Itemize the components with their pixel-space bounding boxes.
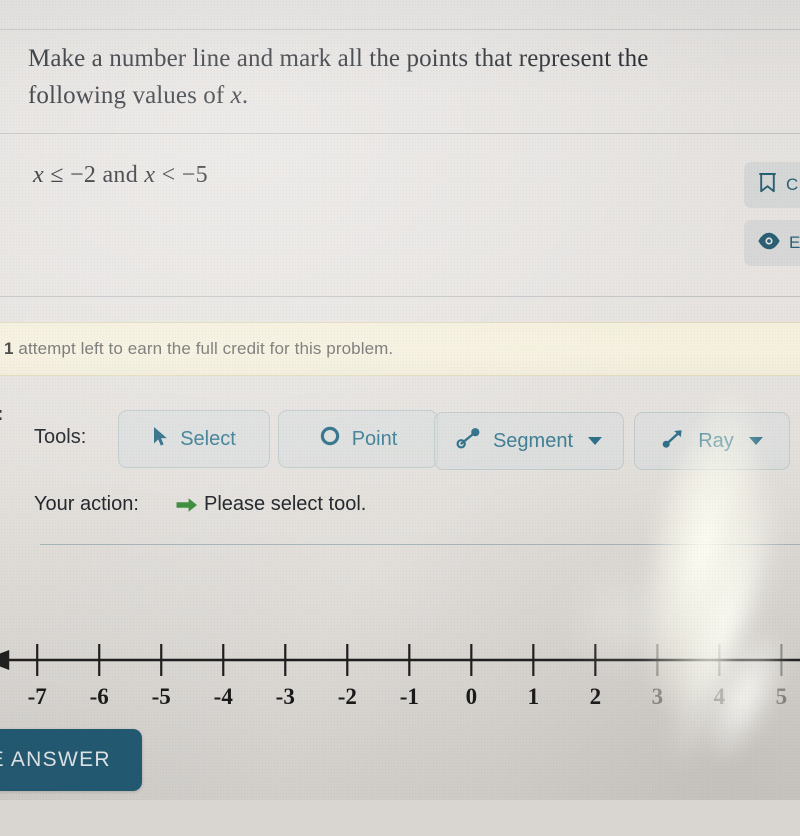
- chevron-down-icon[interactable]: [588, 437, 603, 445]
- tool-ray-label: Ray: [698, 429, 734, 452]
- segment-icon: [456, 427, 482, 455]
- prompt-line-2-prefix: following values of: [28, 82, 231, 109]
- number-line-tick-label: -4: [214, 684, 234, 709]
- divider-top: [0, 29, 800, 30]
- divider-under-prompt: [0, 133, 800, 134]
- eye-action-button[interactable]: E: [744, 220, 800, 266]
- math-expression: x ≤ −2 and x < −5: [33, 162, 208, 189]
- attempts-banner-text: 1 attempt left to earn the full credit f…: [0, 339, 393, 359]
- edge-colon-marker: :: [0, 404, 3, 426]
- number-line-tick-label: 1: [528, 684, 540, 709]
- number-line-tick-label: -7: [28, 684, 47, 709]
- number-line-tick-label: 5: [776, 684, 788, 709]
- number-line-tick-label: -3: [276, 684, 295, 709]
- expression-variable-1: x: [33, 162, 44, 188]
- chevron-down-icon[interactable]: [748, 437, 763, 445]
- bookmark-action-label: C: [786, 175, 799, 194]
- tool-point-label: Point: [351, 427, 398, 450]
- eye-icon: [758, 232, 780, 255]
- bookmark-action-button[interactable]: C: [744, 162, 800, 208]
- number-line-left-arrowhead: [0, 650, 10, 670]
- number-line-tick-label: -2: [338, 684, 357, 709]
- expression-variable-2: x: [138, 162, 156, 188]
- action-status-text: Please select tool.: [204, 493, 367, 515]
- attempts-count: 1: [4, 339, 14, 358]
- attempts-message: attempt left to earn the full credit for…: [13, 339, 394, 358]
- number-line-tick-label: 4: [714, 684, 726, 709]
- bookmark-icon: [758, 172, 777, 199]
- green-arrow-right-icon: [176, 496, 198, 519]
- circle-outline-icon: [319, 425, 341, 453]
- number-line-tick-label: -6: [90, 684, 109, 709]
- expression-relation-1: ≤ −2: [43, 162, 103, 188]
- number-line-figure[interactable]: -7 -6 -5 -4 -3 -2 -1 0 1 2 3 4 5: [0, 600, 800, 720]
- prompt-line-2-suffix: .: [241, 82, 249, 109]
- tool-ray-button[interactable]: Ray: [634, 412, 790, 470]
- attempts-banner: 1 attempt left to earn the full credit f…: [0, 322, 800, 376]
- number-line-tick-label: 3: [652, 684, 664, 709]
- divider-above-banner: [0, 296, 800, 297]
- provide-answer-button[interactable]: DE ANSWER: [0, 729, 142, 791]
- number-line-tick-label: -5: [152, 684, 171, 709]
- tool-segment-button[interactable]: Segment: [434, 412, 624, 470]
- problem-prompt: Make a number line and mark all the poin…: [28, 40, 678, 114]
- tool-select-label: Select: [180, 427, 236, 450]
- expression-conjunction: and: [102, 162, 139, 188]
- number-line-tick-label: -1: [400, 684, 419, 709]
- ray-icon: [661, 427, 687, 455]
- eye-action-label: E: [789, 233, 800, 252]
- expression-relation-2: < −5: [155, 162, 208, 188]
- action-label: Your action:: [34, 493, 139, 515]
- prompt-line-2: following values of x.: [28, 77, 678, 114]
- page-content: Make a number line and mark all the poin…: [0, 0, 800, 800]
- tool-segment-label: Segment: [492, 429, 574, 452]
- prompt-variable-x: x: [230, 82, 242, 109]
- number-line-tick-label: 2: [590, 684, 602, 709]
- divider-below-action: [40, 544, 800, 545]
- prompt-line-1: Make a number line and mark all the poin…: [28, 45, 649, 72]
- provide-answer-label: DE ANSWER: [0, 748, 111, 771]
- tool-point-button[interactable]: Point: [278, 410, 438, 468]
- number-line-tick-label: 0: [466, 684, 478, 709]
- tool-select-button[interactable]: Select: [118, 410, 270, 468]
- cursor-arrow-icon: [152, 426, 169, 453]
- tools-label: Tools:: [34, 426, 87, 448]
